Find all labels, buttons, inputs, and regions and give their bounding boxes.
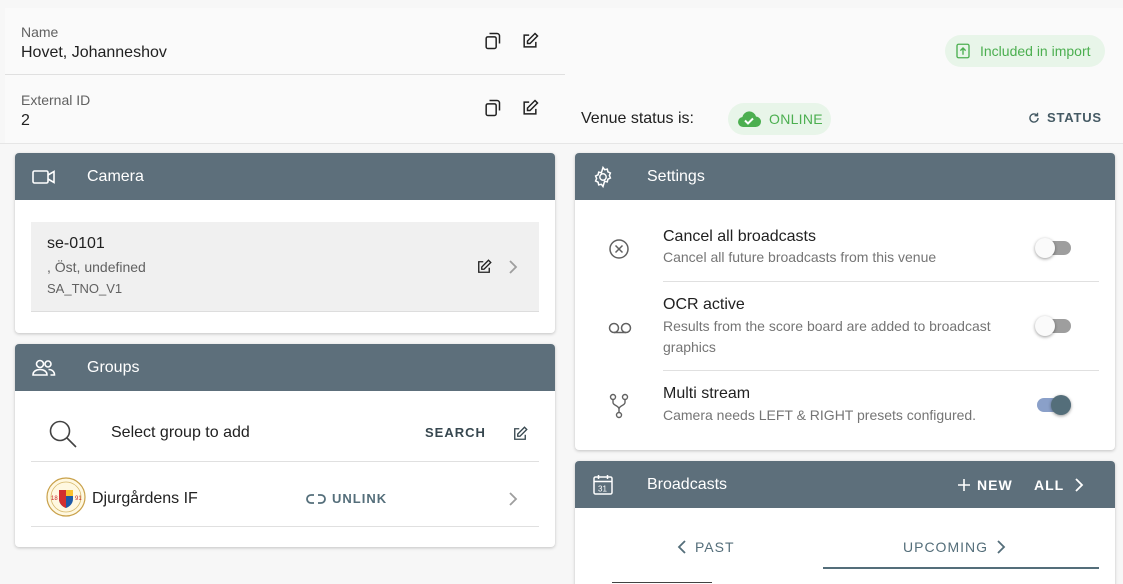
group-search-placeholder: Select group to add: [111, 424, 250, 441]
name-value: Hovet, Johanneshov: [21, 44, 167, 61]
chevron-right-icon: [996, 539, 1006, 555]
camera-card-title: Camera: [87, 168, 144, 185]
copy-name-icon[interactable]: [482, 31, 502, 51]
voicemail-icon: [608, 321, 632, 335]
status-button-label: STATUS: [1047, 110, 1102, 125]
tab-upcoming-label: UPCOMING: [903, 539, 988, 555]
upload-icon: [954, 42, 972, 60]
calendar-icon: 31: [591, 473, 615, 497]
setting-subtitle: Cancel all future broadcasts from this v…: [663, 249, 937, 265]
camera-name: se-0101: [47, 235, 105, 252]
settings-card-header: Settings: [575, 153, 1115, 200]
video-camera-icon: [31, 165, 57, 189]
groups-card-title: Groups: [87, 359, 140, 376]
cancel-circle-icon: [608, 238, 630, 260]
search-icon: [48, 419, 78, 449]
svg-text:91: 91: [75, 496, 82, 502]
fork-icon: [608, 393, 630, 419]
plus-icon: [957, 478, 971, 492]
setting-title: Multi stream: [663, 385, 751, 402]
ocr-active-toggle[interactable]: [1035, 316, 1071, 336]
groups-card: Groups Select group to add SEARCH 18 91 …: [15, 344, 555, 547]
external-id-value: 2: [21, 112, 30, 129]
setting-multi-stream: Multi stream Camera needs LEFT & RIGHT p…: [575, 371, 1115, 449]
camera-card: Camera se-0101 , Öst, undefined SA_TNO_V…: [15, 153, 555, 333]
setting-ocr-active: OCR active Results from the score board …: [575, 282, 1115, 370]
cloud-check-icon: [737, 110, 761, 128]
multi-stream-toggle[interactable]: [1035, 395, 1071, 415]
new-broadcast-label: NEW: [977, 477, 1013, 493]
setting-cancel-broadcasts: Cancel all broadcasts Cancel all future …: [575, 201, 1115, 281]
link-off-icon: [306, 492, 326, 506]
broadcasts-card: 31 Broadcasts NEW ALL PAST UPCOMING: [575, 461, 1115, 584]
gear-icon: [591, 165, 615, 189]
tab-upcoming[interactable]: UPCOMING: [903, 539, 1006, 555]
edit-search-icon[interactable]: [511, 425, 529, 443]
camera-location: , Öst, undefined: [47, 259, 146, 275]
all-broadcasts-label: ALL: [1034, 477, 1065, 493]
group-list-item[interactable]: 18 91 Djurgårdens IF UNLINK: [31, 462, 539, 527]
camera-card-header: Camera: [15, 153, 555, 200]
external-id-label: External ID: [21, 92, 91, 108]
tab-past[interactable]: PAST: [677, 539, 735, 555]
chevron-right-icon[interactable]: [507, 491, 519, 507]
cancel-broadcasts-toggle[interactable]: [1035, 238, 1071, 258]
chevron-right-icon: [1074, 478, 1084, 492]
camera-model: SA_TNO_V1: [47, 281, 123, 296]
edit-external-id-icon[interactable]: [520, 98, 540, 118]
group-search-button[interactable]: SEARCH: [425, 425, 486, 440]
list-divider: [612, 582, 712, 583]
venue-info-panel: Name Hovet, Johanneshov External ID 2: [5, 8, 565, 143]
settings-card-title: Settings: [647, 168, 705, 185]
refresh-icon: [1027, 111, 1041, 125]
setting-subtitle: Camera needs LEFT & RIGHT presets config…: [663, 407, 977, 423]
broadcasts-card-header: 31 Broadcasts NEW ALL: [575, 461, 1115, 508]
search-button-label: SEARCH: [425, 425, 486, 440]
unlink-button[interactable]: UNLINK: [306, 491, 387, 506]
groups-card-header: Groups: [15, 344, 555, 391]
svg-text:18: 18: [51, 496, 58, 502]
unlink-label: UNLINK: [332, 491, 388, 506]
svg-text:31: 31: [598, 485, 607, 494]
club-logo: 18 91: [46, 477, 86, 517]
setting-title: OCR active: [663, 296, 745, 313]
group-search-row[interactable]: Select group to add SEARCH: [31, 392, 539, 462]
chevron-right-icon[interactable]: [507, 259, 519, 275]
online-status-chip: ONLINE: [728, 103, 831, 135]
venue-status-label: Venue status is:: [581, 110, 694, 127]
name-field: Name Hovet, Johanneshov: [5, 8, 565, 75]
included-in-import-chip: Included in import: [945, 35, 1105, 67]
people-icon: [31, 356, 57, 380]
external-id-field: External ID 2: [5, 75, 565, 142]
settings-card: Settings Cancel all broadcasts Cancel al…: [575, 153, 1115, 450]
header-divider: [0, 143, 1123, 144]
refresh-status-button[interactable]: STATUS: [1027, 110, 1102, 125]
copy-external-id-icon[interactable]: [482, 98, 502, 118]
online-status-text: ONLINE: [769, 111, 823, 127]
active-tab-indicator: [823, 567, 1099, 569]
tab-past-label: PAST: [695, 539, 735, 555]
edit-camera-icon[interactable]: [475, 258, 493, 276]
name-label: Name: [21, 24, 59, 40]
camera-list-item[interactable]: se-0101 , Öst, undefined SA_TNO_V1: [31, 222, 539, 312]
all-broadcasts-button[interactable]: ALL: [1034, 477, 1084, 493]
import-chip-label: Included in import: [980, 43, 1091, 59]
chevron-left-icon: [677, 539, 687, 555]
broadcasts-card-title: Broadcasts: [647, 476, 728, 493]
setting-subtitle: Results from the score board are added t…: [663, 318, 991, 355]
venue-status-panel: Included in import Venue status is: ONLI…: [565, 8, 1123, 143]
setting-title: Cancel all broadcasts: [663, 228, 816, 245]
new-broadcast-button[interactable]: NEW: [957, 477, 1013, 493]
edit-name-icon[interactable]: [520, 31, 540, 51]
group-name: Djurgårdens IF: [92, 490, 198, 507]
